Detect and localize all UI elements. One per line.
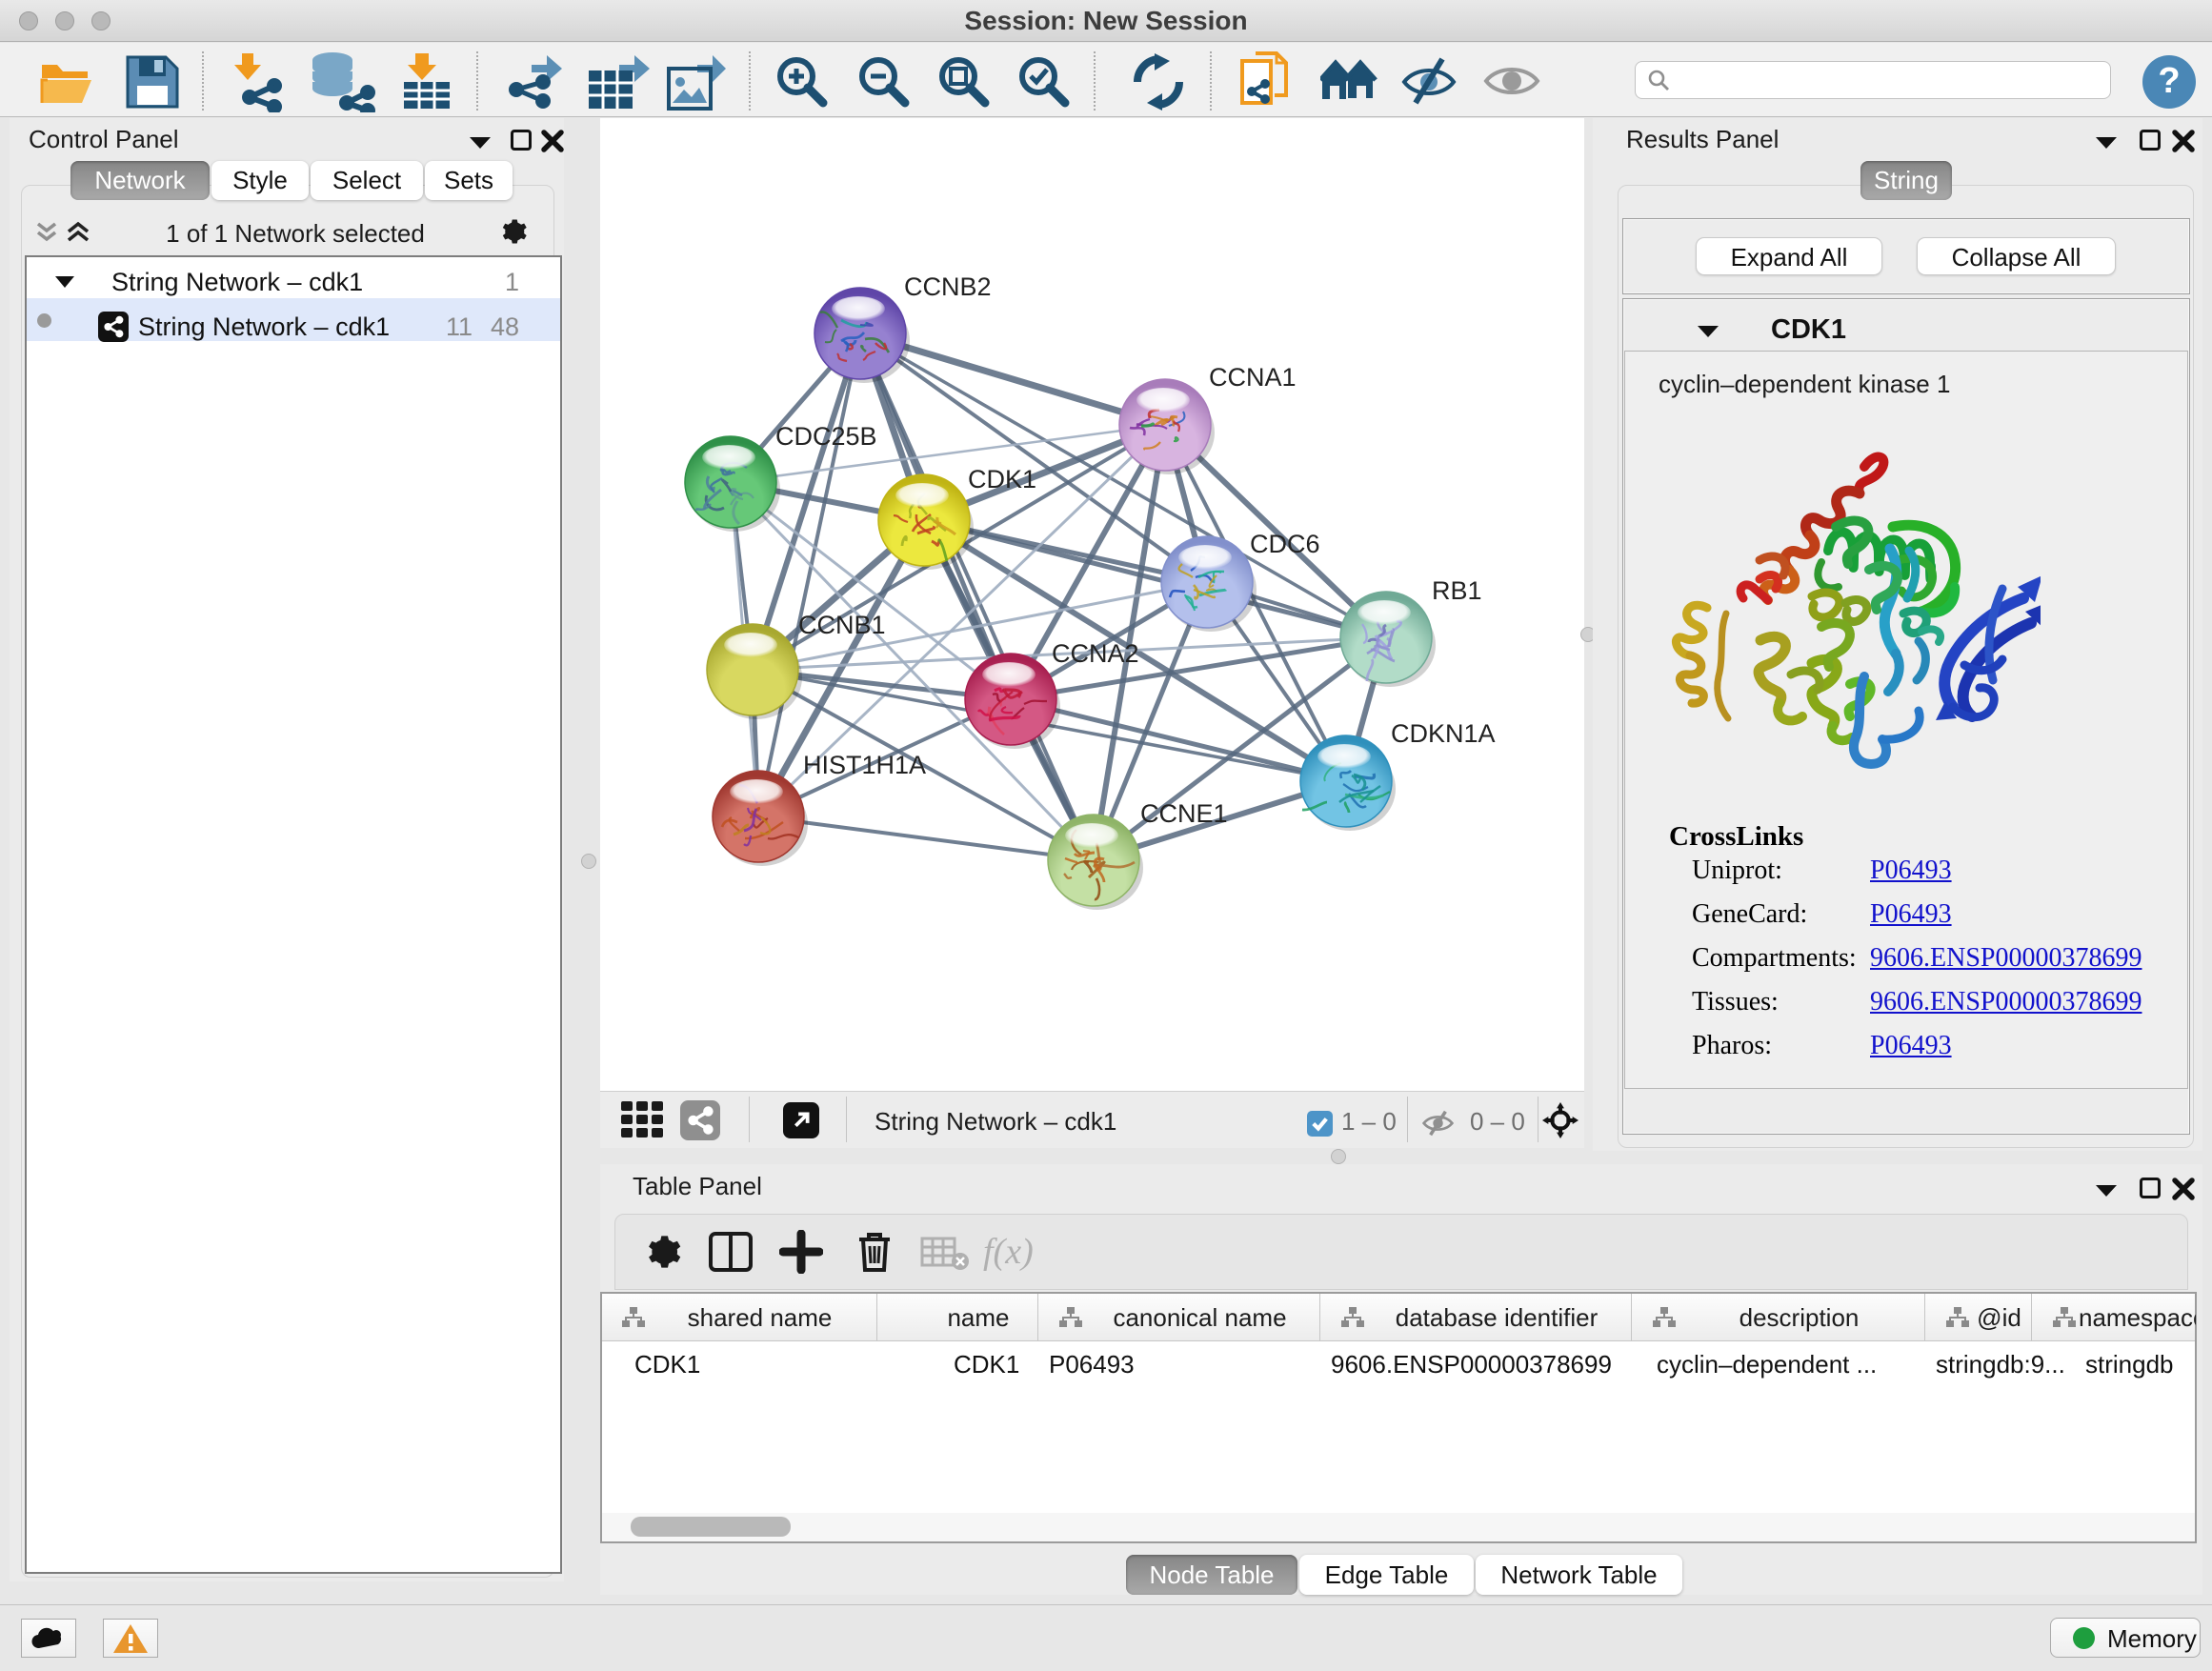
svg-text:CDC6: CDC6: [1250, 530, 1320, 558]
svg-text:CCNB2: CCNB2: [904, 272, 992, 301]
svg-text:CCNB1: CCNB1: [798, 611, 886, 639]
svg-text:RB1: RB1: [1432, 576, 1482, 605]
svg-text:CDC25B: CDC25B: [775, 422, 877, 451]
svg-text:CDKN1A: CDKN1A: [1391, 719, 1496, 748]
svg-text:HIST1H1A: HIST1H1A: [803, 751, 926, 779]
svg-text:CCNA1: CCNA1: [1209, 363, 1297, 392]
svg-text:CDK1: CDK1: [968, 465, 1036, 493]
svg-text:CCNE1: CCNE1: [1140, 799, 1228, 828]
svg-text:CCNA2: CCNA2: [1052, 639, 1139, 668]
